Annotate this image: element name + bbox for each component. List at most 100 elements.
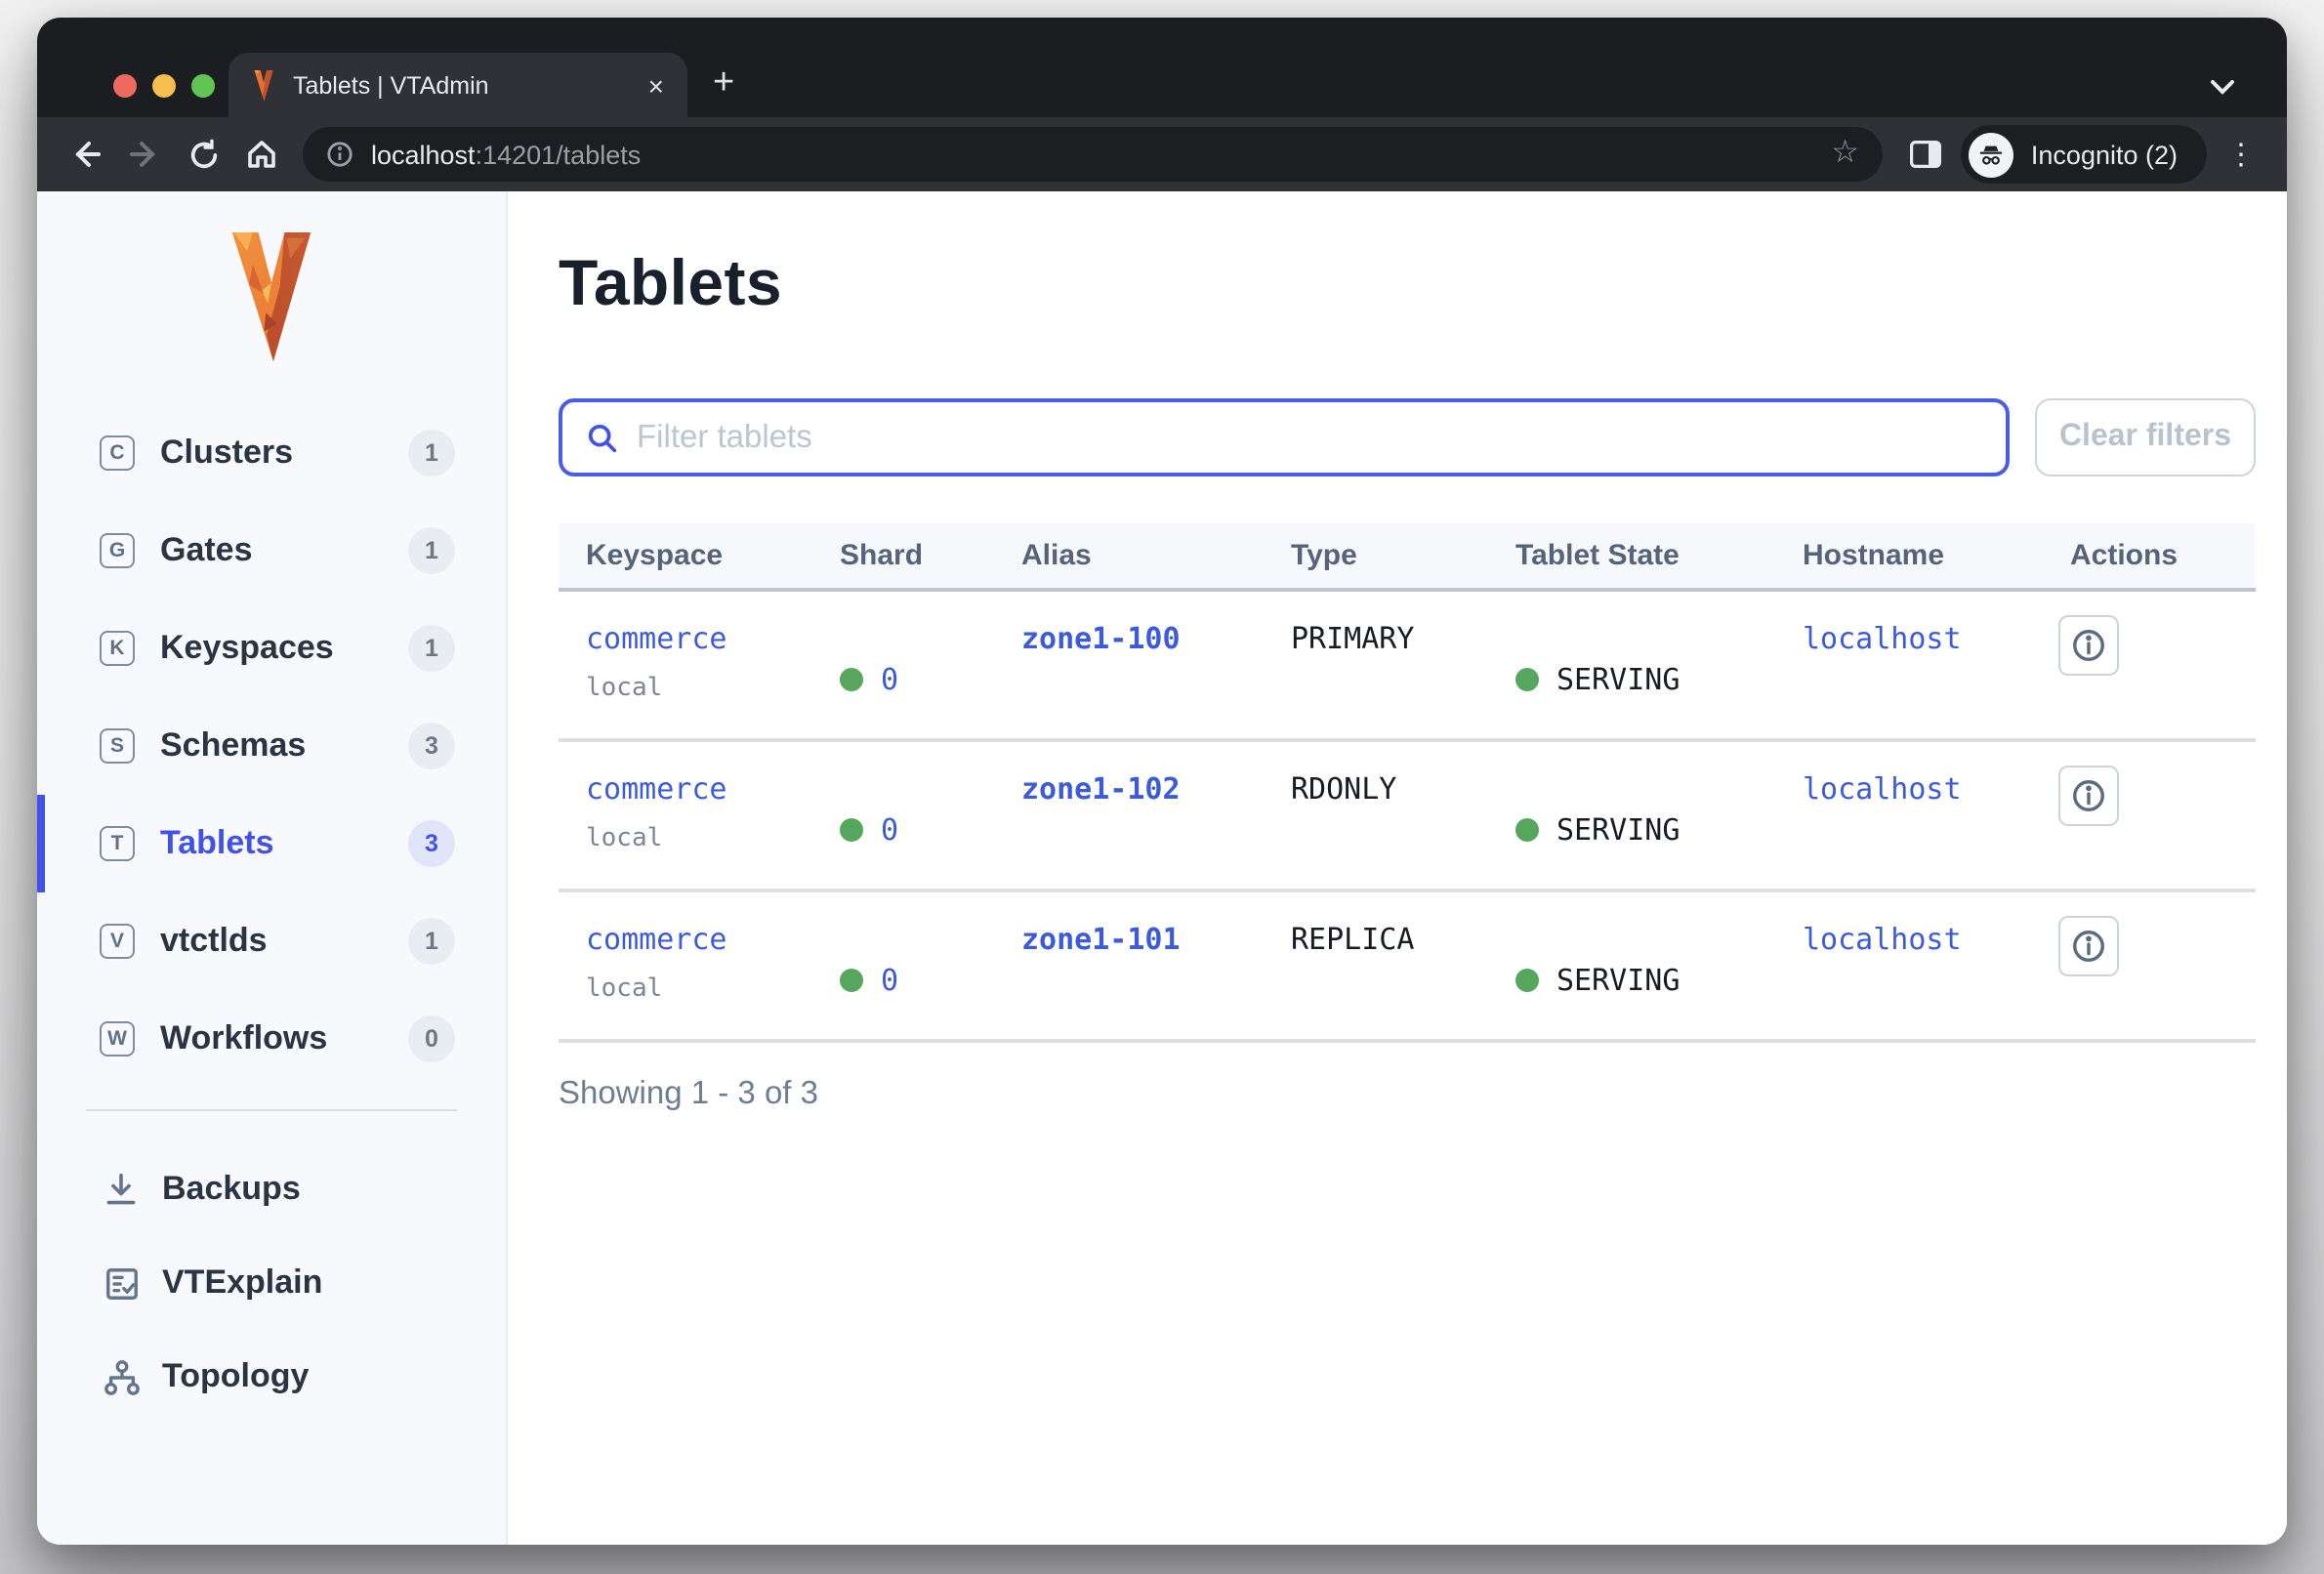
hostname-link[interactable]: localhost (1803, 621, 1962, 656)
app-content: C Clusters 1 G Gates 1 K Keyspaces 1 (37, 191, 2287, 1545)
count-badge: 1 (408, 527, 455, 574)
filter-row: Clear filters (559, 398, 2256, 476)
tablet-state: SERVING (1556, 960, 1680, 999)
new-tab-button[interactable]: + (713, 64, 734, 102)
sidebar-item-clusters[interactable]: C Clusters 1 (37, 404, 506, 502)
table-row: commerce local 0 zone1-101 REPLICA SERVI… (559, 892, 2256, 1043)
hostname-link[interactable]: localhost (1803, 922, 1962, 957)
sidebar-divider (86, 1109, 457, 1111)
browser-toolbar: localhost:14201/tablets ☆ Incognito (2) … (37, 117, 2287, 191)
sidebar-nav: C Clusters 1 G Gates 1 K Keyspaces 1 (37, 404, 506, 1088)
shard-status-dot (840, 817, 863, 841)
col-type: Type (1291, 539, 1515, 572)
tablets-table: Keyspace Shard Alias Type Tablet State H… (559, 523, 2256, 1043)
tablet-type: RDONLY (1291, 769, 1515, 889)
count-badge: 3 (408, 723, 455, 769)
tablet-alias-link[interactable]: zone1-102 (1021, 771, 1181, 807)
filter-tablets-input[interactable] (637, 419, 1982, 456)
sidebar-item-backups[interactable]: Backups (37, 1142, 506, 1236)
forward-icon[interactable] (115, 125, 174, 184)
sidebar-item-gates[interactable]: G Gates 1 (37, 502, 506, 600)
tab-title: Tablets | VTAdmin (293, 71, 629, 99)
shard-link[interactable]: 0 (881, 659, 898, 698)
vtctlds-letter-icon: V (100, 924, 135, 959)
back-icon[interactable] (57, 125, 115, 184)
page-title: Tablets (559, 246, 2287, 320)
tab-strip: Tablets | VTAdmin × + (37, 18, 2287, 117)
col-keyspace: Keyspace (559, 539, 840, 572)
clear-filters-button[interactable]: Clear filters (2035, 398, 2256, 476)
main-panel: Tablets Clear filters Keyspace Shard A (508, 191, 2287, 1545)
table-header: Keyspace Shard Alias Type Tablet State H… (559, 523, 2256, 592)
sidebar-item-schemas[interactable]: S Schemas 3 (37, 697, 506, 795)
browser-window: Tablets | VTAdmin × + (37, 18, 2287, 1545)
table-row: commerce local 0 zone1-100 PRIMARY SERVI… (559, 592, 2256, 742)
count-badge: 1 (408, 430, 455, 476)
cluster-name: local (586, 670, 840, 709)
keyspace-link[interactable]: commerce (586, 922, 727, 957)
sidebar-item-tablets[interactable]: T Tablets 3 (37, 795, 506, 892)
reload-icon[interactable] (174, 125, 232, 184)
count-badge: 3 (408, 820, 455, 867)
topology-icon (102, 1357, 141, 1396)
tablet-alias-link[interactable]: zone1-100 (1021, 621, 1181, 656)
serving-status-dot (1515, 667, 1539, 690)
filter-input-wrapper (559, 398, 2010, 476)
clusters-letter-icon: C (100, 435, 135, 471)
tablets-letter-icon: T (100, 826, 135, 861)
bookmark-star-icon[interactable]: ☆ (1831, 139, 1859, 170)
site-info-icon[interactable] (326, 141, 353, 168)
col-shard: Shard (840, 539, 1021, 572)
url-host: localhost (371, 140, 476, 169)
close-window-button[interactable] (113, 74, 137, 98)
shard-link[interactable]: 0 (881, 809, 898, 849)
profile-badge[interactable]: Incognito (2) (1961, 125, 2207, 184)
serving-status-dot (1515, 968, 1539, 991)
sidebar-item-topology[interactable]: Topology (37, 1330, 506, 1424)
incognito-icon (1969, 132, 2013, 177)
sidebar-item-vtexplain[interactable]: VTExplain (37, 1236, 506, 1330)
count-badge: 1 (408, 918, 455, 965)
tablet-state: SERVING (1556, 809, 1680, 849)
tablet-type: PRIMARY (1291, 619, 1515, 738)
browser-menu-icon[interactable]: ⋮ (2226, 137, 2256, 172)
row-info-button[interactable] (2058, 615, 2119, 676)
browser-tab[interactable]: Tablets | VTAdmin × (228, 53, 687, 117)
row-info-button[interactable] (2058, 766, 2119, 826)
col-alias: Alias (1021, 539, 1291, 572)
schemas-letter-icon: S (100, 728, 135, 764)
home-icon[interactable] (232, 125, 291, 184)
tab-search-chevron-icon[interactable] (2209, 78, 2236, 96)
window-controls (113, 74, 215, 98)
sidebar-item-vtctlds[interactable]: V vtctlds 1 (37, 892, 506, 990)
sidebar-item-keyspaces[interactable]: K Keyspaces 1 (37, 600, 506, 697)
keyspaces-letter-icon: K (100, 631, 135, 666)
vitess-logo (225, 232, 318, 363)
col-tablet-state: Tablet State (1515, 539, 1803, 572)
tablet-state: SERVING (1556, 659, 1680, 698)
shard-link[interactable]: 0 (881, 960, 898, 999)
sidebar-tools: Backups VTExplain Topology (37, 1142, 506, 1424)
url-text: localhost:14201/tablets (371, 140, 641, 169)
address-bar[interactable]: localhost:14201/tablets ☆ (303, 127, 1883, 182)
hostname-link[interactable]: localhost (1803, 771, 1962, 807)
shard-status-dot (840, 667, 863, 690)
tablet-type: REPLICA (1291, 920, 1515, 1039)
row-info-button[interactable] (2058, 916, 2119, 976)
url-path: :14201/tablets (476, 140, 642, 169)
document-check-icon (102, 1263, 141, 1303)
col-hostname: Hostname (1803, 539, 2058, 572)
cluster-name: local (586, 820, 840, 859)
tablet-alias-link[interactable]: zone1-101 (1021, 922, 1181, 957)
count-badge: 0 (408, 1015, 455, 1062)
sidebar-item-workflows[interactable]: W Workflows 0 (37, 990, 506, 1088)
keyspace-link[interactable]: commerce (586, 621, 727, 656)
side-panel-icon[interactable] (1898, 127, 1953, 182)
download-icon (102, 1170, 141, 1209)
zoom-window-button[interactable] (191, 74, 215, 98)
results-summary: Showing 1 - 3 of 3 (559, 1076, 2287, 1113)
tab-close-icon[interactable]: × (644, 71, 668, 99)
keyspace-link[interactable]: commerce (586, 771, 727, 807)
vitess-favicon-icon (250, 69, 277, 101)
minimize-window-button[interactable] (152, 74, 176, 98)
